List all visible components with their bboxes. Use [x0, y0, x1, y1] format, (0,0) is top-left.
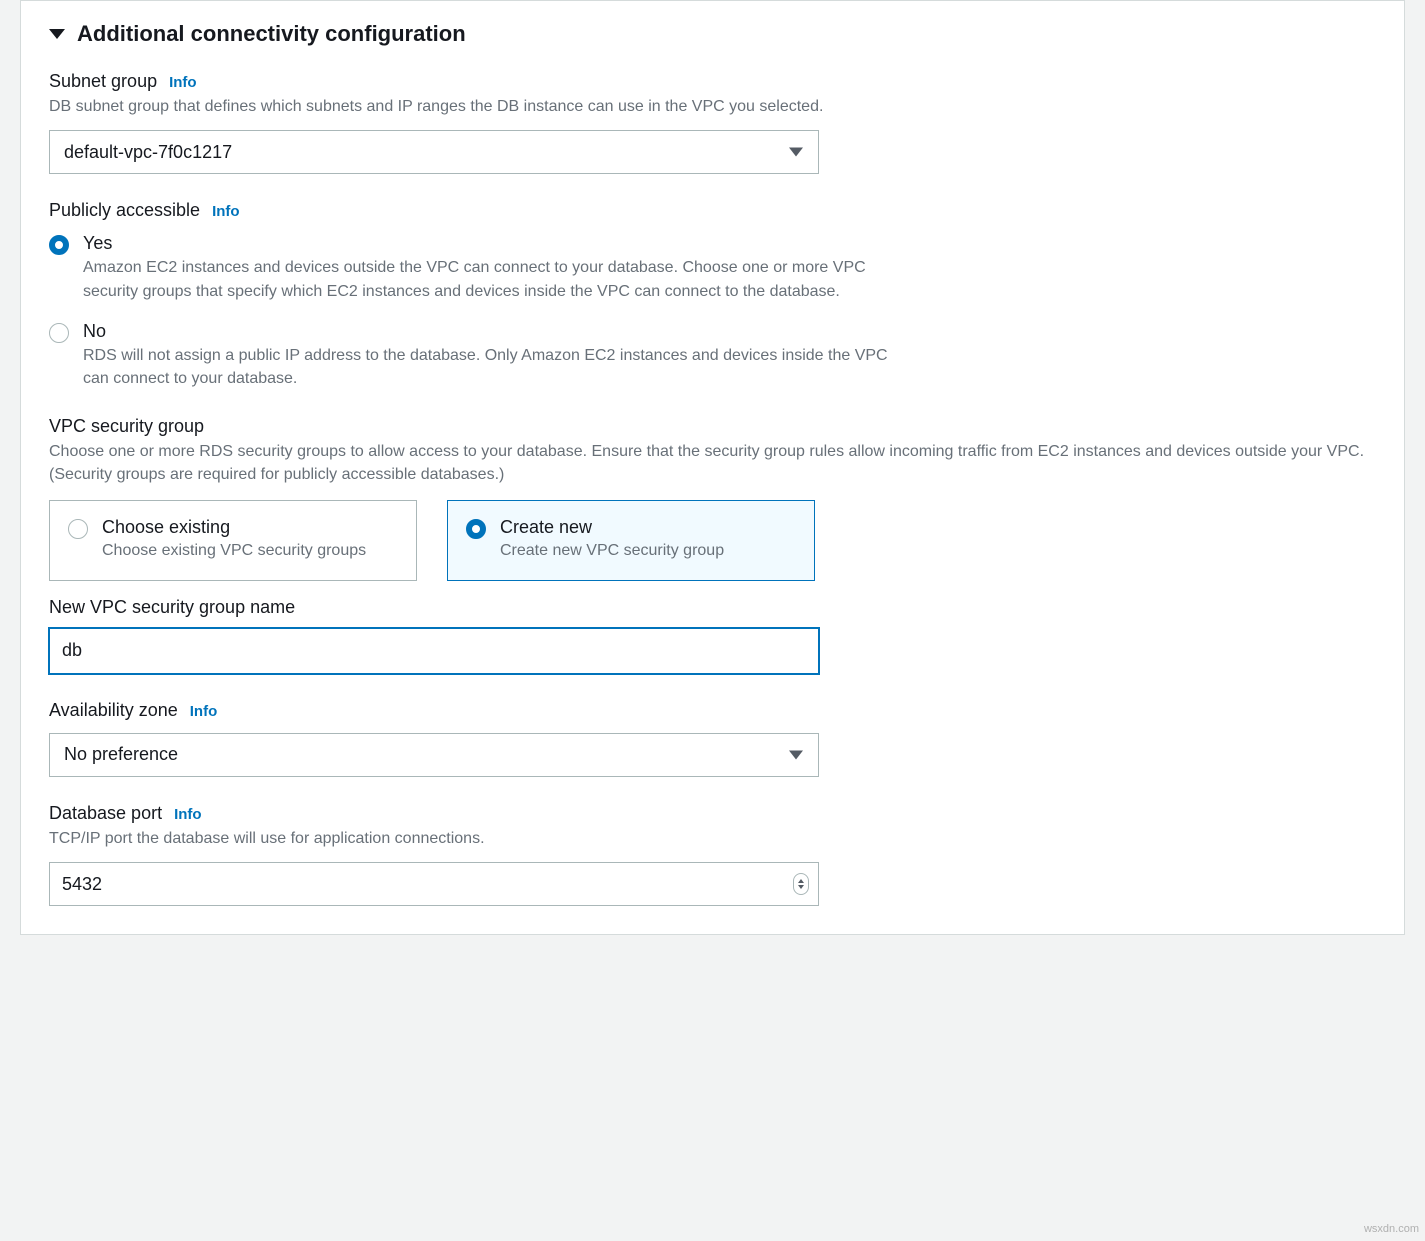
publicly-accessible-no[interactable]: No RDS will not assign a public IP addre… — [49, 321, 1376, 390]
publicly-accessible-yes[interactable]: Yes Amazon EC2 instances and devices out… — [49, 233, 1376, 302]
caret-down-icon — [49, 29, 65, 39]
tile-create-title: Create new — [500, 517, 724, 538]
vpc-security-group-field: VPC security group Choose one or more RD… — [49, 416, 1376, 674]
new-vpc-sg-name-input[interactable] — [49, 628, 819, 674]
radio-no-desc: RDS will not assign a public IP address … — [83, 344, 903, 390]
vpc-sg-desc: Choose one or more RDS security groups t… — [49, 441, 1376, 486]
subnet-group-info-link[interactable]: Info — [169, 74, 197, 91]
publicly-accessible-label: Publicly accessible — [49, 200, 200, 221]
vpc-sg-choose-existing-tile[interactable]: Choose existing Choose existing VPC secu… — [49, 500, 417, 581]
spinner-up-icon — [798, 879, 804, 883]
section-toggle[interactable]: Additional connectivity configuration — [49, 21, 1376, 47]
database-port-field: Database port Info TCP/IP port the datab… — [49, 803, 1376, 906]
db-port-label: Database port — [49, 803, 162, 824]
az-info-link[interactable]: Info — [190, 703, 218, 720]
publicly-accessible-info-link[interactable]: Info — [212, 203, 240, 220]
subnet-group-label: Subnet group — [49, 71, 157, 92]
radio-unselected-icon — [68, 519, 88, 539]
db-port-info-link[interactable]: Info — [174, 806, 202, 823]
publicly-accessible-field: Publicly accessible Info Yes Amazon EC2 … — [49, 200, 1376, 390]
radio-no-label: No — [83, 321, 903, 342]
az-select[interactable] — [49, 733, 819, 777]
radio-selected-icon — [49, 235, 69, 255]
availability-zone-field: Availability zone Info — [49, 700, 1376, 777]
vpc-sg-create-new-tile[interactable]: Create new Create new VPC security group — [447, 500, 815, 581]
spinner-down-icon — [798, 885, 804, 889]
subnet-group-desc: DB subnet group that defines which subne… — [49, 96, 1376, 118]
new-vpc-sg-name-label: New VPC security group name — [49, 597, 1376, 618]
additional-connectivity-panel: Additional connectivity configuration Su… — [20, 0, 1405, 935]
subnet-group-field: Subnet group Info DB subnet group that d… — [49, 71, 1376, 174]
radio-unselected-icon — [49, 323, 69, 343]
tile-existing-title: Choose existing — [102, 517, 366, 538]
number-spinner[interactable] — [793, 873, 809, 895]
tile-existing-desc: Choose existing VPC security groups — [102, 542, 366, 560]
vpc-sg-label: VPC security group — [49, 416, 204, 437]
radio-selected-icon — [466, 519, 486, 539]
db-port-desc: TCP/IP port the database will use for ap… — [49, 828, 1376, 850]
az-label: Availability zone — [49, 700, 178, 721]
tile-create-desc: Create new VPC security group — [500, 542, 724, 560]
section-title: Additional connectivity configuration — [77, 21, 466, 47]
radio-yes-desc: Amazon EC2 instances and devices outside… — [83, 256, 903, 302]
radio-yes-label: Yes — [83, 233, 903, 254]
db-port-input[interactable] — [49, 862, 819, 906]
watermark: wsxdn.com — [1364, 1223, 1419, 1235]
subnet-group-select[interactable] — [49, 130, 819, 174]
